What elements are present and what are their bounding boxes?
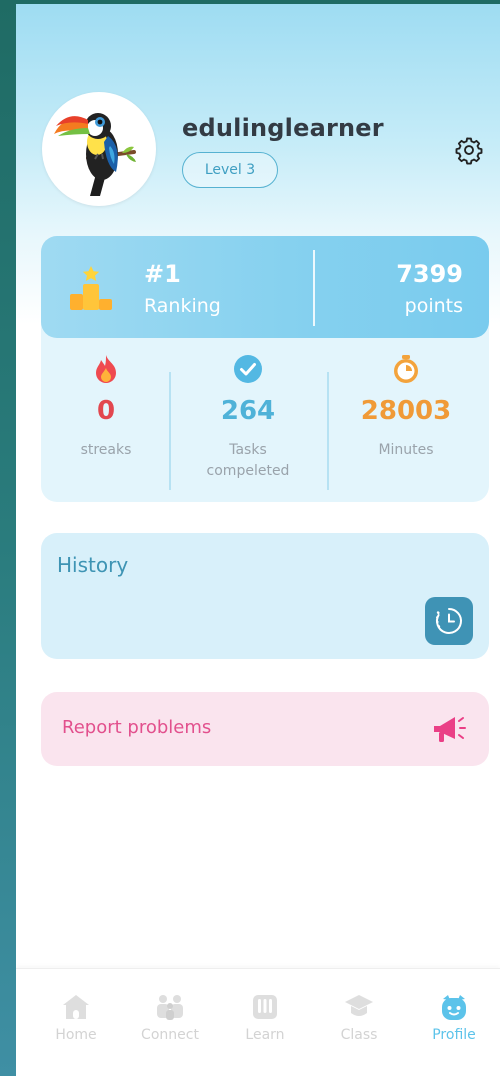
tasks-value: 264 — [220, 396, 276, 426]
nav-class-label: Class — [340, 1027, 378, 1043]
stopwatch-icon — [394, 355, 418, 383]
ranking-value: #1 — [144, 260, 181, 288]
nav-home-label: Home — [55, 1027, 97, 1043]
tasks-label: Tasks compeleted — [206, 442, 290, 479]
stat-divider — [169, 372, 171, 490]
streaks-value: 0 — [96, 396, 116, 426]
report-problems-label: Report problems — [62, 717, 212, 738]
toucan-avatar-icon — [54, 113, 136, 196]
minutes-value: 28003 — [360, 396, 452, 426]
history-button[interactable] — [425, 597, 473, 645]
nav-learn[interactable]: Learn — [217, 991, 313, 1043]
flame-icon — [96, 355, 116, 383]
nav-connect-label: Connect — [141, 1027, 199, 1043]
check-circle-icon — [234, 355, 262, 383]
avatar[interactable] — [42, 92, 156, 206]
ranking-divider — [313, 250, 315, 326]
history-card[interactable]: History — [41, 533, 489, 659]
points-label: points — [404, 295, 463, 317]
bottom-nav: Home Connect Learn Class Profile — [16, 968, 500, 1076]
username: edulinglearner — [182, 114, 384, 142]
minutes-label: Minutes — [378, 442, 434, 458]
stat-divider — [327, 372, 329, 490]
home-icon — [63, 995, 89, 1019]
points-value: 7399 — [396, 260, 463, 288]
graduation-cap-icon — [345, 995, 373, 1016]
settings-button[interactable] — [454, 135, 484, 165]
level-badge[interactable]: Level 3 — [182, 152, 278, 188]
stat-streaks: 0 streaks — [31, 354, 181, 461]
history-title: History — [57, 553, 129, 577]
nav-connect[interactable]: Connect — [122, 991, 218, 1043]
podium-icon — [70, 266, 112, 310]
profile-screen: edulinglearner Level 3 #1 Ranking 7399 p… — [16, 4, 500, 1076]
gear-icon — [455, 137, 483, 165]
ranking-label: Ranking — [144, 295, 221, 317]
stats-card: #1 Ranking 7399 points 0 streaks 264 Tas… — [41, 236, 489, 502]
stat-minutes: 28003 Minutes — [331, 354, 481, 461]
megaphone-icon — [434, 717, 466, 742]
nav-learn-label: Learn — [245, 1027, 285, 1043]
nav-home[interactable]: Home — [28, 991, 124, 1043]
history-clock-icon — [436, 608, 462, 634]
report-problems-button[interactable]: Report problems — [41, 692, 489, 766]
people-icon — [157, 995, 183, 1020]
profile-face-icon — [442, 995, 466, 1020]
nav-profile[interactable]: Profile — [406, 991, 500, 1043]
book-icon — [253, 995, 277, 1019]
nav-class[interactable]: Class — [311, 991, 407, 1043]
nav-profile-label: Profile — [432, 1027, 476, 1043]
streaks-label: streaks — [80, 442, 132, 458]
stat-tasks: 264 Tasks compeleted — [173, 354, 323, 482]
ranking-bar[interactable]: #1 Ranking 7399 points — [41, 236, 489, 338]
